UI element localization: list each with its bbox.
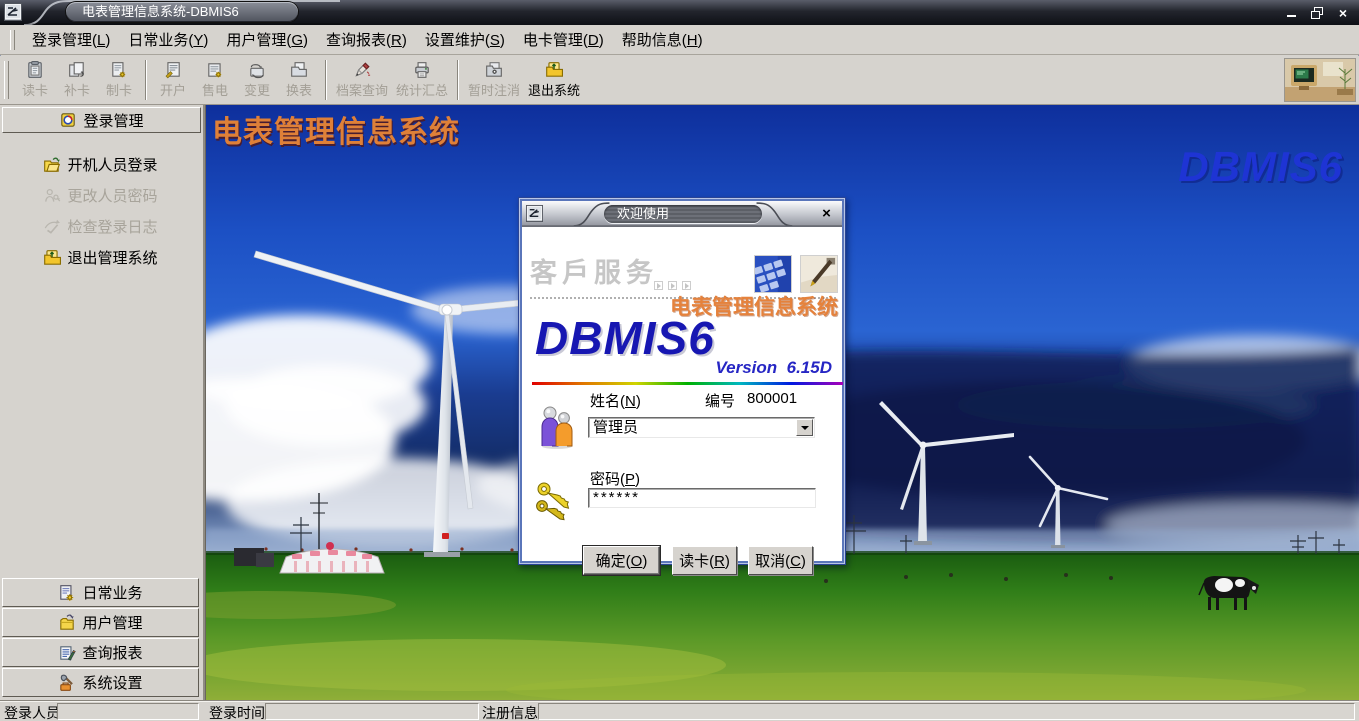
toolbar: 读卡补卡制卡开户售电变更换表档案查询统计汇总暂时注消退出系统 [0,56,1359,105]
dialog-title: 欢迎使用 [604,205,762,223]
menu-item-S[interactable]: 设置维护(S) [416,26,514,53]
sidebar-header-label: 登录管理 [83,110,143,131]
name-label: 姓名(N) [590,390,641,411]
user-manage-icon [58,614,76,632]
login-dialog: 欢迎使用 × 客戶服务 电表管理信息系统 DBMIS6 Version 6.15… [518,197,846,565]
toolbar-make-card[interactable]: 制卡 [98,58,140,102]
operators-icon [538,405,576,449]
open-account-icon [164,61,182,79]
sidebar-header-system-settings[interactable]: 系统设置 [2,668,199,697]
sidebar: 登录管理 开机人员登录更改人员密码检查登录日志退出管理系统 日常业务用户管理查询… [0,105,205,700]
minimize-button[interactable] [1283,5,1299,21]
close-button[interactable]: × [1335,5,1351,21]
product-name: DBMIS6 [535,311,715,365]
window-title: 电表管理信息系统-DBMIS6 [66,2,298,22]
sidebar-item-exit-management[interactable]: 退出管理系统 [2,242,199,273]
toolbar-photo-thumbnail [1284,58,1356,102]
status-bar: 登录人员: 登录时间: 注册信息: [0,700,1359,721]
make-card-icon [110,61,128,79]
toolbar-reissue-card[interactable]: 补卡 [56,58,98,102]
sidebar-item-check-login-log[interactable]: 检查登录日志 [2,211,199,242]
menu-item-G[interactable]: 用户管理(G) [217,26,317,53]
daily-business-icon [58,584,76,602]
menu-item-H[interactable]: 帮助信息(H) [613,26,712,53]
sidebar-header-login-management[interactable]: 登录管理 [2,107,201,133]
menu-item-D[interactable]: 电卡管理(D) [514,26,613,53]
pen-photo-icon [800,255,838,293]
dialog-cancel-button[interactable]: 取消(C) [748,546,813,575]
operator-name-value: 管理员 [593,419,638,436]
toolbar-separator [145,60,147,100]
login-manage-icon [59,111,77,129]
dialog-logo-icon [526,205,543,222]
keyboard-photo-icon [754,255,792,293]
menu-item-L[interactable]: 登录管理(L) [23,26,119,53]
status-login-person-label: 登录人员: [4,703,64,721]
menu-item-R[interactable]: 查询报表(R) [317,26,416,53]
temp-logout-icon [485,61,503,79]
number-value: 800001 [747,390,797,407]
restore-button[interactable] [1309,5,1325,21]
dialog-titlebar: 欢迎使用 × [522,201,842,227]
main-heading: 电表管理信息系统 [212,107,460,151]
version-label: Version 6.15D [715,358,832,378]
sidebar-item-change-password[interactable]: 更改人员密码 [2,180,199,211]
password-label: 密码(P) [590,468,640,489]
dialog-ok-button[interactable]: 确定(O) [583,546,660,575]
toolbar-separator [325,60,327,100]
triangle-arrows-deco-icon [654,281,691,290]
toolbar-archive-query[interactable]: 档案查询 [332,58,392,102]
status-login-time-value [265,703,479,720]
toolbar-read-card[interactable]: 读卡 [14,58,56,102]
exit-icon [43,249,61,267]
rainbow-divider [532,382,843,385]
read-card-icon [26,61,44,79]
toolbar-change[interactable]: 变更 [236,58,278,102]
status-register-info-label: 注册信息: [482,703,542,721]
brand-background-text: 客戶服务 [530,251,658,290]
toolbar-temp-logout[interactable]: 暂时注消 [464,58,524,102]
keys-icon [534,477,577,524]
menu-bar: 登录管理(L)日常业务(Y)用户管理(G)查询报表(R)设置维护(S)电卡管理(… [0,25,1359,55]
query-report-icon [58,644,76,662]
toolbar-separator [457,60,459,100]
change-icon [248,61,266,79]
check-log-icon [43,218,61,236]
sidebar-item-operator-login[interactable]: 开机人员登录 [2,149,199,180]
app-window: 电表管理信息系统-DBMIS6 × 登录管理(L)日常业务(Y)用户管理(G)查… [0,0,1359,721]
open-login-icon [43,156,61,174]
sidebar-header-query-report[interactable]: 查询报表 [2,638,199,667]
dialog-close-icon[interactable]: × [818,204,835,222]
toolbar-open-account[interactable]: 开户 [152,58,194,102]
exit-icon [545,61,563,79]
toolbar-exit-system[interactable]: 退出系统 [524,58,584,102]
password-input[interactable]: ****** [588,488,816,508]
titlebar: 电表管理信息系统-DBMIS6 × [0,0,1359,25]
app-logo-icon [4,3,22,21]
stats-icon [413,61,431,79]
sidebar-header-daily-business[interactable]: 日常业务 [2,578,199,607]
reissue-card-icon [68,61,86,79]
status-login-person-value [57,703,199,720]
toolbar-swap-meter[interactable]: 换表 [278,58,320,102]
toolbar-sell-power[interactable]: 售电 [194,58,236,102]
dialog-read-card-button[interactable]: 读卡(R) [672,546,737,575]
system-settings-icon [58,674,76,692]
change-password-icon [43,187,61,205]
number-label: 编号 [705,390,735,411]
sell-power-icon [206,61,224,79]
status-login-time-label: 登录时间: [209,703,269,721]
main-watermark: DBMIS6 [1178,143,1343,191]
menu-item-Y[interactable]: 日常业务(Y) [119,26,217,53]
sidebar-header-user-management[interactable]: 用户管理 [2,608,199,637]
toolbar-stats-summary[interactable]: 统计汇总 [392,58,452,102]
chevron-down-icon[interactable] [796,419,813,436]
archive-query-icon [353,61,371,79]
dialog-body: 客戶服务 电表管理信息系统 DBMIS6 Version 6.15D 姓名(N)… [522,227,842,561]
swap-meter-icon [290,61,308,79]
operator-name-select[interactable]: 管理员 [588,417,815,438]
dialog-button-row: 确定(O) 读卡(R) 取消(C) [522,546,842,575]
status-register-info-value [538,703,1355,720]
main-area: 电表管理信息系统 DBMIS6 欢迎使用 × 客戶服务 [205,105,1359,700]
